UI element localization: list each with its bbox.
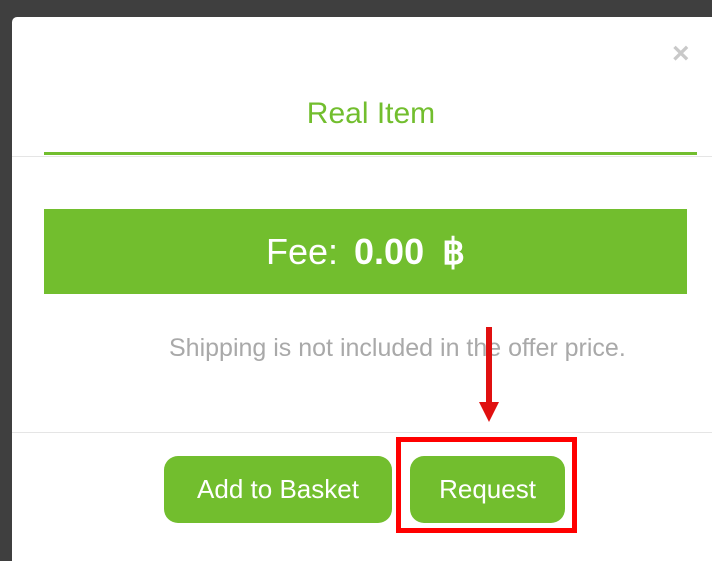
fee-bar: Fee: 0.00 ฿	[44, 209, 687, 294]
footer-divider	[12, 432, 712, 433]
shipping-note: Shipping is not included in the offer pr…	[169, 334, 626, 362]
annotation-highlight-box	[396, 437, 577, 533]
add-to-basket-button[interactable]: Add to Basket	[164, 456, 392, 523]
header-divider	[12, 156, 712, 157]
real-item-modal: × Real Item Fee: 0.00 ฿ Shipping is not …	[12, 17, 712, 561]
close-icon[interactable]: ×	[672, 39, 690, 69]
fee-amount: 0.00	[354, 230, 425, 272]
fee-label: Fee:	[265, 230, 339, 272]
modal-title: Real Item	[306, 97, 436, 130]
title-underline	[44, 152, 697, 155]
annotation-arrow-shaft	[486, 327, 492, 405]
annotation-arrow-head-icon	[479, 402, 499, 422]
baht-currency-icon: ฿	[442, 230, 466, 272]
